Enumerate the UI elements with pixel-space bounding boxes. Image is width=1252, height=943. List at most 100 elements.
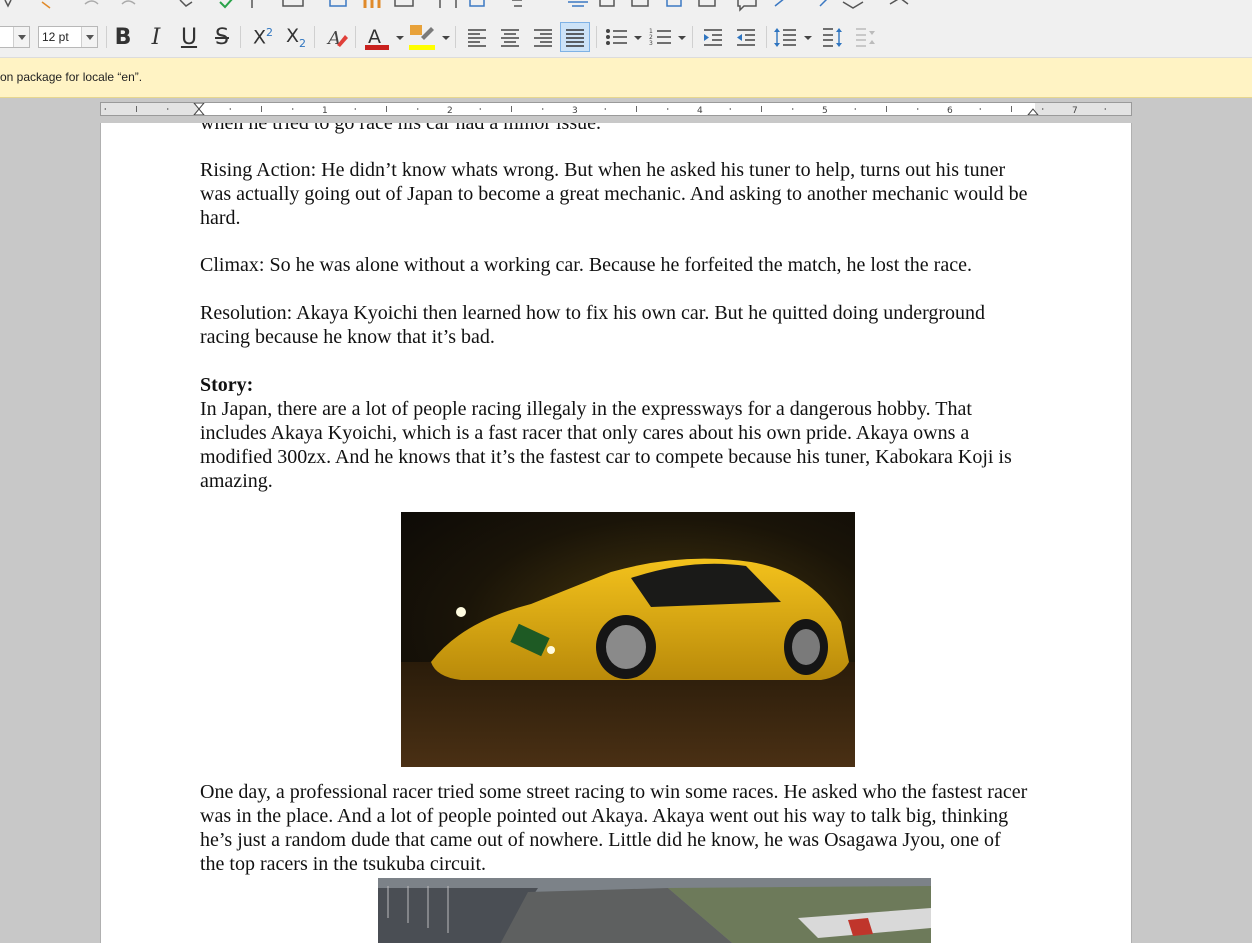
car-image[interactable] (401, 512, 855, 767)
left-indent-marker[interactable] (193, 108, 205, 115)
superscript-button[interactable]: X2 (248, 22, 278, 52)
justify-button[interactable] (560, 22, 590, 52)
standard-toolbar-partial (0, 0, 1252, 14)
subscript-icon: X2 (285, 24, 307, 50)
dropdown-icon (4, 0, 12, 8)
yellow-car-illustration (401, 558, 855, 767)
numbered-list-icon: 123 (649, 28, 671, 47)
increase-paragraph-spacing-icon (823, 28, 842, 47)
decrease-paragraph-spacing-button[interactable] (851, 22, 881, 52)
ruler-number: 1 (322, 106, 328, 115)
toolbar-separator (692, 26, 693, 48)
ruler-number: 5 (822, 106, 828, 115)
standard-toolbar-icons (4, 0, 909, 12)
undo-icon (84, 0, 99, 5)
ruler-number: 3 (572, 106, 578, 115)
bookmark-icon (666, 0, 682, 7)
track-changes-icon (774, 0, 784, 7)
hyperlink-icon (568, 1, 588, 7)
font-size-dropdown[interactable] (81, 27, 97, 47)
toolbar-separator (596, 26, 597, 48)
subscript-button[interactable]: X2 (281, 22, 311, 52)
align-center-button[interactable] (495, 22, 525, 52)
image-icon (329, 0, 347, 7)
resolution-paragraph: Resolution: Akaya Kyoichi then learned h… (200, 302, 991, 348)
story-paragraph-2: One day, a professional racer tried some… (200, 781, 1033, 875)
clear-formatting-icon: A (326, 28, 348, 49)
ruler-number: 2 (447, 106, 453, 115)
underline-button[interactable]: U (174, 22, 204, 52)
infobar-message: on package for locale “en”. (0, 70, 143, 84)
font-size-combo[interactable]: 12 pt (38, 26, 98, 48)
right-indent-marker[interactable] (1027, 108, 1039, 115)
race-track-illustration (378, 878, 931, 943)
superscript-icon: X2 (252, 25, 274, 49)
clear-formatting-button[interactable]: A (322, 22, 352, 52)
shapes-icon (842, 1, 864, 9)
italic-button[interactable]: I (141, 22, 171, 52)
toolbar-separator (314, 26, 315, 48)
increase-indent-icon (704, 29, 722, 46)
partial-line: when he tried to go race his car had a m… (200, 123, 601, 134)
increase-indent-button[interactable] (698, 22, 728, 52)
line-icon (819, 0, 828, 7)
toolbar-separator (455, 26, 456, 48)
redo-icon (121, 0, 136, 5)
line-spacing-button[interactable] (770, 22, 800, 52)
align-right-icon (534, 29, 552, 47)
toolbar-separator (766, 26, 767, 48)
align-right-button[interactable] (528, 22, 558, 52)
spelling-icon (219, 0, 233, 9)
line-spacing-dropdown-icon[interactable] (804, 36, 812, 40)
chart-icon (363, 0, 381, 8)
font-size-value: 12 pt (42, 30, 69, 44)
ruler-number: 6 (947, 106, 953, 115)
strikethrough-button[interactable]: S (207, 22, 237, 52)
ruler-number: 4 (697, 106, 703, 115)
special-char-icon (512, 0, 522, 7)
font-color-letter: A (368, 26, 381, 48)
toolbar-separator (106, 26, 107, 48)
story-heading: Story: (200, 374, 254, 396)
decrease-indent-button[interactable] (731, 22, 761, 52)
font-color-icon: A (365, 26, 389, 50)
comment-icon (737, 0, 757, 12)
ordered-list-button[interactable]: 123 (646, 22, 676, 52)
horizontal-ruler-area: 1 2 3 4 5 6 7 (0, 98, 1252, 123)
formatting-toolbar: 12 pt B I U S X2 X2 A A 1 2 3 (0, 14, 1252, 58)
ruler-ticks: 1 2 3 4 5 6 7 (104, 103, 1106, 115)
document-page[interactable]: when he tried to go race his car had a m… (100, 123, 1132, 943)
highlight-icon (409, 25, 435, 50)
table-icon (282, 0, 304, 7)
ruler-number: 7 (1072, 106, 1078, 115)
first-line-indent-marker[interactable] (193, 103, 205, 110)
bullet-list-icon (606, 29, 627, 45)
endnote-icon (631, 0, 649, 7)
highlight-color-button[interactable] (407, 22, 437, 52)
align-center-icon (501, 29, 519, 47)
bold-button[interactable]: B (108, 22, 138, 52)
infobar: on package for locale “en”. (0, 58, 1252, 98)
clone-formatting-icon (41, 1, 51, 9)
textbox-icon (394, 0, 414, 7)
footnote-icon (599, 0, 615, 7)
page-break-icon (439, 0, 457, 8)
unordered-list-button[interactable] (602, 22, 632, 52)
increase-paragraph-spacing-button[interactable] (818, 22, 848, 52)
align-left-button[interactable] (462, 22, 492, 52)
justify-icon (566, 29, 584, 47)
font-name-dropdown[interactable] (13, 27, 29, 47)
highlight-dropdown-icon[interactable] (442, 36, 450, 40)
field-icon (469, 0, 485, 7)
font-name-combo[interactable] (0, 26, 30, 48)
find-replace-icon (179, 0, 193, 7)
ordered-list-dropdown-icon[interactable] (678, 36, 686, 40)
unordered-list-dropdown-icon[interactable] (634, 36, 642, 40)
horizontal-ruler[interactable]: 1 2 3 4 5 6 7 (100, 102, 1132, 116)
draw-icon (889, 0, 909, 5)
font-color-button[interactable]: A (362, 22, 392, 52)
font-color-dropdown-icon[interactable] (396, 36, 404, 40)
track-image[interactable] (378, 878, 931, 943)
align-left-icon (468, 29, 486, 47)
toolbar-separator (240, 26, 241, 48)
